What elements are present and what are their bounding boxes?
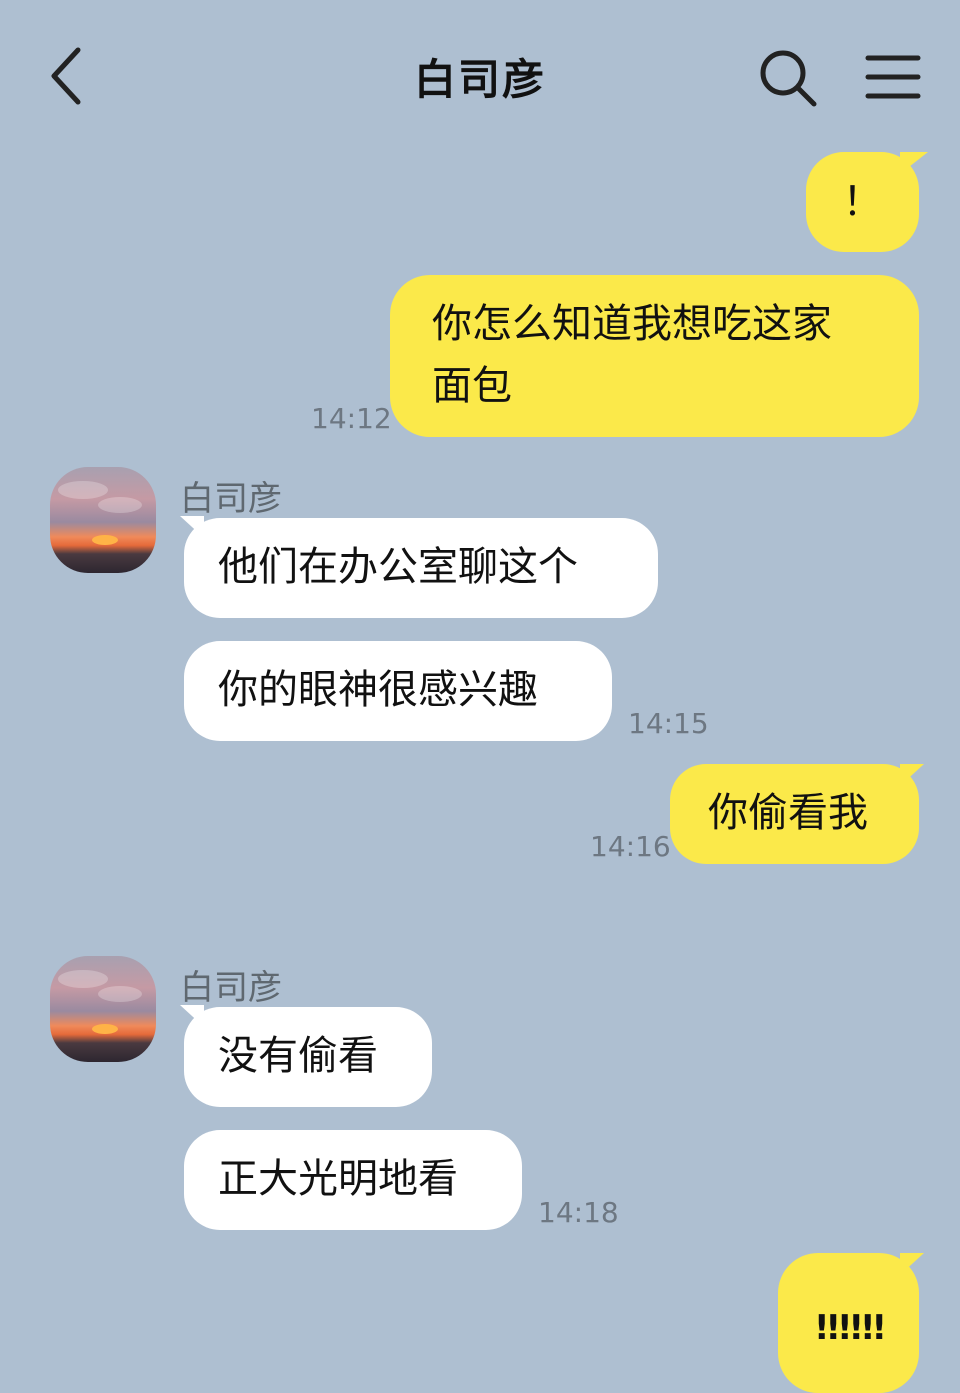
chat-header: 白司彦 — [0, 0, 960, 150]
my-message-bubble[interactable]: 你怎么知道我想吃这家 面包 — [390, 275, 919, 437]
my-message-bubble[interactable]: 你偷看我 — [670, 764, 919, 864]
message-text: ！ — [842, 179, 883, 225]
incoming-message-bubble[interactable]: 没有偷看 — [184, 1007, 432, 1107]
bubble-tail — [900, 764, 924, 786]
message-text: !!!!!! — [813, 1308, 887, 1348]
message-timestamp: 14:15 — [628, 707, 709, 740]
search-icon[interactable] — [756, 46, 820, 110]
message-text: 你怎么知道我想吃这家 — [432, 301, 832, 347]
message-text: 他们在办公室聊这个 — [218, 544, 578, 590]
menu-icon[interactable] — [864, 52, 922, 102]
message-text: 你偷看我 — [708, 790, 868, 836]
message-text: 没有偷看 — [218, 1033, 378, 1079]
my-message-bubble[interactable]: !!!!!! — [778, 1253, 919, 1393]
incoming-message-bubble[interactable]: 你的眼神很感兴趣 — [184, 641, 612, 741]
message-text: 你的眼神很感兴趣 — [218, 667, 538, 713]
message-timestamp: 14:16 — [590, 830, 671, 863]
sender-name: 白司彦 — [180, 968, 282, 1008]
avatar[interactable] — [50, 956, 156, 1062]
message-text: 正大光明地看 — [218, 1156, 458, 1202]
sender-name: 白司彦 — [180, 479, 282, 519]
incoming-message-bubble[interactable]: 正大光明地看 — [184, 1130, 522, 1230]
message-timestamp: 14:12 — [311, 402, 392, 435]
avatar[interactable] — [50, 467, 156, 573]
message-timestamp: 14:18 — [538, 1196, 619, 1229]
incoming-message-bubble[interactable]: 他们在办公室聊这个 — [184, 518, 658, 618]
message-text: 面包 — [432, 363, 512, 409]
bubble-tail — [900, 1253, 924, 1275]
bubble-tail — [900, 152, 928, 174]
